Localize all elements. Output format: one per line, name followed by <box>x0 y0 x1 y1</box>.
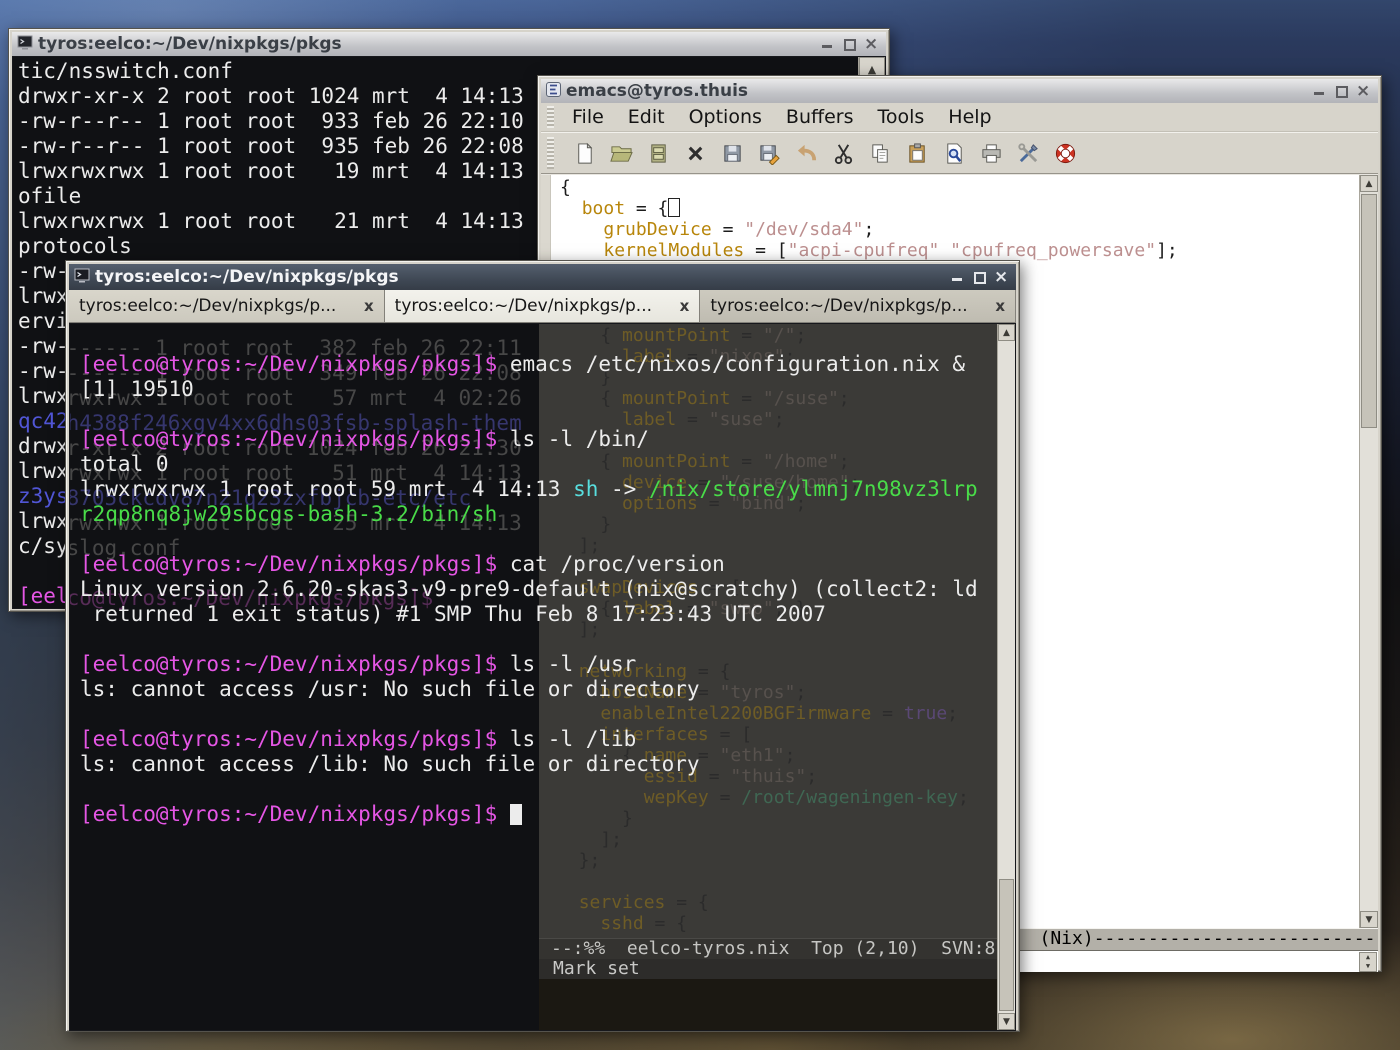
terminal-line: [1] 19510 <box>80 377 978 402</box>
front-terminal-text: [eelco@tyros:~/Dev/nixpkgs/pkgs]$ emacs … <box>80 352 978 827</box>
toolbar-grip[interactable] <box>547 106 554 128</box>
close-button[interactable]: × <box>864 37 878 51</box>
terminal-line <box>80 527 978 552</box>
ghost-emacs-line: sshd = { <box>557 913 1003 934</box>
back-terminal-titlebar[interactable]: tyros:eelco:~/Dev/nixpkgs/pkgs × <box>12 32 886 56</box>
terminal-line <box>80 777 978 802</box>
terminal-line: [eelco@tyros:~/Dev/nixpkgs/pkgs]$ ls -l … <box>80 652 978 677</box>
terminal-tab-3[interactable]: tyros:eelco:~/Dev/nixpkgs/p... x <box>700 290 1016 322</box>
ghost-wallpaper <box>539 979 1003 1031</box>
terminal-cursor <box>510 804 522 825</box>
close-button[interactable]: × <box>994 270 1008 284</box>
terminal-line: [eelco@tyros:~/Dev/nixpkgs/pkgs]$ emacs … <box>80 352 978 377</box>
emacs-menubar: FileEditOptionsBuffersToolsHelp <box>541 103 1378 132</box>
konsole-icon <box>74 268 90 287</box>
ghost-emacs-line <box>557 871 1003 892</box>
emacs-cursor <box>668 198 680 217</box>
ghost-emacs-line: { mountPoint = "/"; <box>557 325 1003 346</box>
maximize-button[interactable] <box>1334 84 1348 98</box>
front-terminal-content[interactable]: { mountPoint = "/"; label = "nixos"; } {… <box>69 323 1016 1031</box>
terminal-tab-1[interactable]: tyros:eelco:~/Dev/nixpkgs/p... x <box>69 290 385 322</box>
menu-help[interactable]: Help <box>936 104 1003 130</box>
front-terminal-scrollbar[interactable]: ▲ ▼ <box>997 324 1015 1030</box>
preferences-icon[interactable] <box>1015 140 1041 166</box>
save-as-icon[interactable] <box>756 140 782 166</box>
terminal-line: [eelco@tyros:~/Dev/nixpkgs/pkgs]$ ls -l … <box>80 427 978 452</box>
dired-icon[interactable] <box>645 140 671 166</box>
minimize-button[interactable] <box>1312 84 1326 98</box>
toolbar-grip[interactable] <box>547 137 554 169</box>
emacs-line: boot = { <box>560 198 1378 219</box>
paste-icon[interactable] <box>904 140 930 166</box>
scrollbar-thumb[interactable] <box>1361 194 1377 428</box>
emacs-line: kernelModules = ["acpi-cpufreq" "cpufreq… <box>560 240 1378 261</box>
menu-tools[interactable]: Tools <box>865 104 936 130</box>
menu-options[interactable]: Options <box>677 104 774 130</box>
ghost-emacs-modeline: --:%% eelco-tyros.nix Top (2,10) SVN:816 <box>539 938 1003 960</box>
help-icon[interactable] <box>1052 140 1078 166</box>
terminal-line <box>80 627 978 652</box>
open-folder-icon[interactable] <box>608 140 634 166</box>
new-file-icon[interactable] <box>571 140 597 166</box>
terminal-line <box>80 702 978 727</box>
scroll-down-arrow[interactable]: ▼ <box>1360 911 1378 928</box>
terminal-line: [eelco@tyros:~/Dev/nixpkgs/pkgs]$ ls -l … <box>80 727 978 752</box>
ghost-emacs-line: ]; <box>557 829 1003 850</box>
menu-file[interactable]: File <box>560 104 616 130</box>
undo-icon[interactable] <box>793 140 819 166</box>
konsole-icon <box>17 35 33 54</box>
window-terminal-front[interactable]: tyros:eelco:~/Dev/nixpkgs/pkgs × tyros:e… <box>65 260 1020 1032</box>
minimize-button[interactable] <box>820 37 834 51</box>
terminal-line: [eelco@tyros:~/Dev/nixpkgs/pkgs]$ <box>80 802 978 827</box>
scroll-up-arrow[interactable]: ▲ <box>1360 175 1378 192</box>
terminal-line: returned 1 exit status) #1 SMP Thu Feb 8… <box>80 602 978 627</box>
terminal-line: Linux version 2.6.20-skas3-v9-pre9-defau… <box>80 577 978 602</box>
terminal-line: ls: cannot access /lib: No such file or … <box>80 752 978 777</box>
search-icon[interactable] <box>941 140 967 166</box>
terminal-line: [eelco@tyros:~/Dev/nixpkgs/pkgs]$ cat /p… <box>80 552 978 577</box>
scroll-up-arrow[interactable]: ▲ <box>998 324 1015 341</box>
menu-edit[interactable]: Edit <box>616 104 677 130</box>
minibuffer-scroll-arrows[interactable]: ▲▼ <box>1359 952 1377 972</box>
close-button[interactable]: × <box>1356 84 1370 98</box>
terminal-line: ls: cannot access /usr: No such file or … <box>80 677 978 702</box>
emacs-title: emacs@tyros.thuis <box>566 81 1307 101</box>
ghost-emacs-minibuffer: Mark set <box>539 959 1003 979</box>
tab-close-icon[interactable]: x <box>364 297 374 315</box>
ghost-emacs-line: services = { <box>557 892 1003 913</box>
emacs-scrollbar[interactable]: ▲ ▼ <box>1359 175 1378 928</box>
scroll-down-arrow[interactable]: ▼ <box>998 1013 1015 1030</box>
tab-close-icon[interactable]: x <box>680 297 690 315</box>
front-terminal-title: tyros:eelco:~/Dev/nixpkgs/pkgs <box>95 267 945 287</box>
print-icon[interactable] <box>978 140 1004 166</box>
back-terminal-title: tyros:eelco:~/Dev/nixpkgs/pkgs <box>38 34 815 54</box>
emacs-icon <box>546 82 561 101</box>
cut-icon[interactable] <box>830 140 856 166</box>
copy-icon[interactable] <box>867 140 893 166</box>
maximize-button[interactable] <box>842 37 856 51</box>
ghost-emacs-line: }; <box>557 850 1003 871</box>
tab-label: tyros:eelco:~/Dev/nixpkgs/p... <box>395 296 672 316</box>
desktop: tyros:eelco:~/Dev/nixpkgs/pkgs × tic/nss… <box>0 0 1400 1050</box>
menu-buffers[interactable]: Buffers <box>774 104 866 130</box>
tab-label: tyros:eelco:~/Dev/nixpkgs/p... <box>710 296 987 316</box>
terminal-line <box>80 402 978 427</box>
terminal-tabbar: tyros:eelco:~/Dev/nixpkgs/p...xtyros:eel… <box>69 290 1016 323</box>
scrollbar-thumb[interactable] <box>999 879 1014 1011</box>
terminal-line: r2qp8nq8jw29sbcgs-bash-3.2/bin/sh <box>80 502 978 527</box>
tab-close-icon[interactable]: x <box>995 297 1005 315</box>
emacs-line: grubDevice = "/dev/sda4"; <box>560 219 1378 240</box>
minimize-button[interactable] <box>950 270 964 284</box>
emacs-titlebar[interactable]: emacs@tyros.thuis × <box>541 79 1378 103</box>
emacs-line: { <box>560 177 1378 198</box>
save-icon[interactable] <box>719 140 745 166</box>
tab-label: tyros:eelco:~/Dev/nixpkgs/p... <box>79 296 356 316</box>
maximize-button[interactable] <box>972 270 986 284</box>
terminal-line: lrwxrwxrwx 1 root root 59 mrt 4 14:13 sh… <box>80 477 978 502</box>
terminal-tab-2[interactable]: tyros:eelco:~/Dev/nixpkgs/p... x <box>385 290 701 322</box>
emacs-toolbar <box>541 132 1378 174</box>
terminal-line: total 0 <box>80 452 978 477</box>
close-buffer-icon[interactable] <box>682 140 708 166</box>
front-terminal-titlebar[interactable]: tyros:eelco:~/Dev/nixpkgs/pkgs × <box>69 264 1016 290</box>
